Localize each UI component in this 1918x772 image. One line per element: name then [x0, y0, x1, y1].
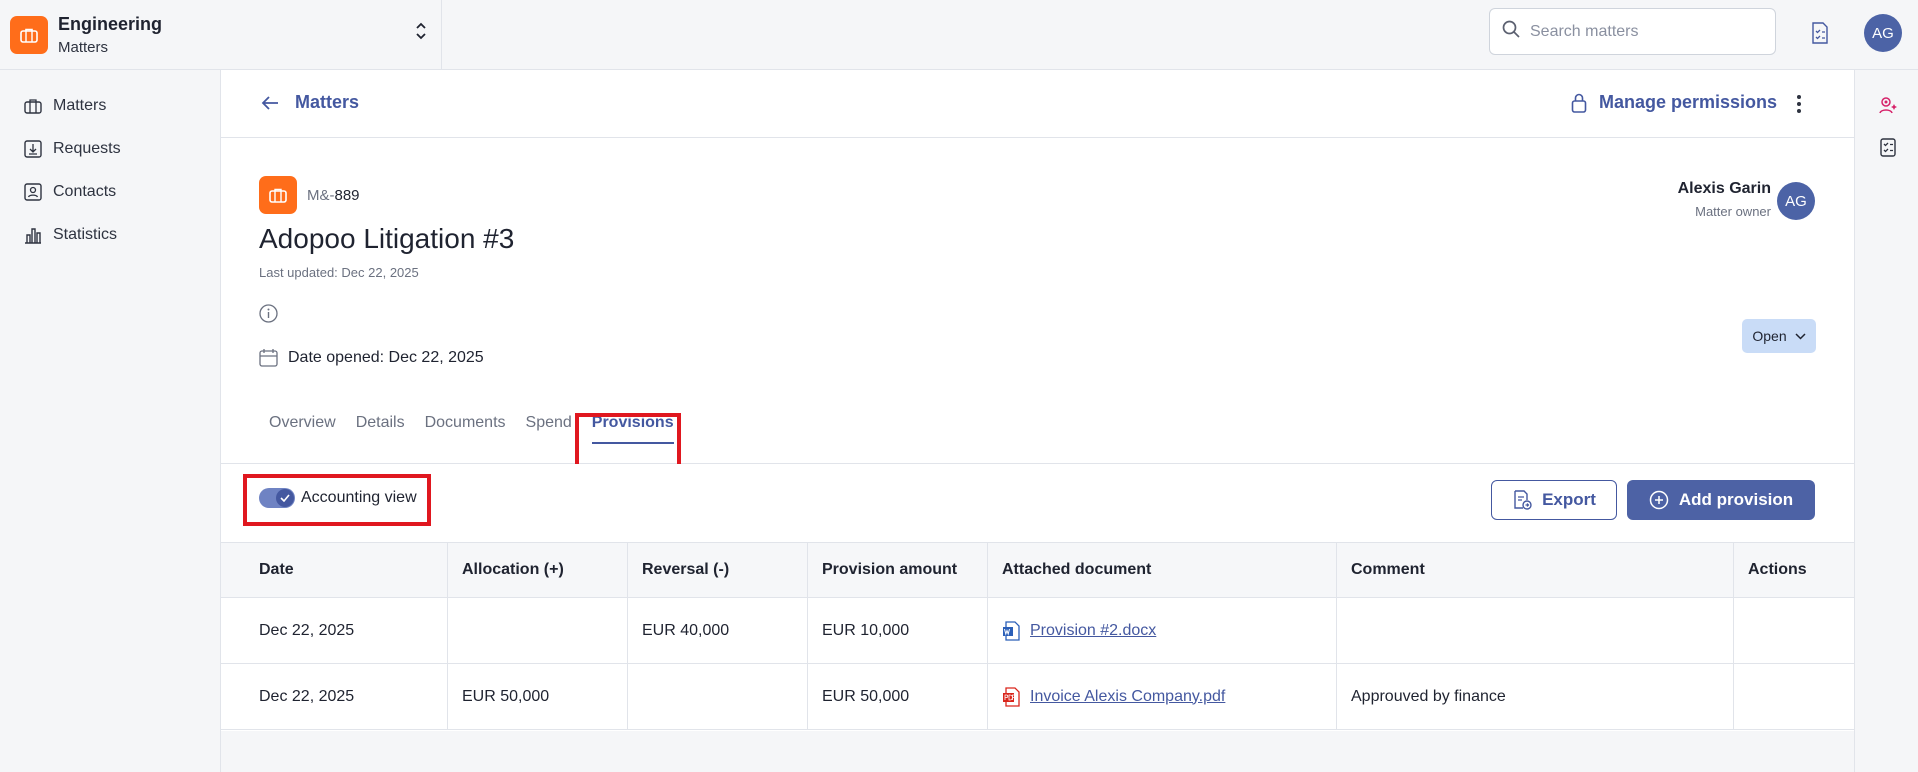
status-dropdown[interactable]: Open [1742, 319, 1816, 353]
pdf-doc-icon [1003, 686, 1020, 707]
column-header-attached-document[interactable]: Attached document [988, 543, 1337, 597]
tab-spend[interactable]: Spend [516, 414, 582, 444]
avatar: AG [1777, 182, 1815, 220]
user-avatar[interactable]: AG [1864, 14, 1902, 52]
cell-reversal [628, 664, 808, 729]
table-footer-area [221, 731, 1854, 772]
cell-reversal: EUR 40,000 [628, 598, 808, 663]
column-header-allocation[interactable]: Allocation (+) [448, 543, 628, 597]
cell-attached-document: Invoice Alexis Company.pdf [988, 664, 1337, 729]
matter-code: M&-889 [307, 187, 360, 204]
contact-card-icon [24, 182, 42, 201]
ai-assistant-icon[interactable] [1877, 94, 1899, 116]
document-link[interactable]: Provision #2.docx [1030, 622, 1156, 640]
owner-name: Alexis Garin [1677, 180, 1771, 197]
table-row[interactable]: Dec 22, 2025 EUR 40,000 EUR 10,000 Provi… [221, 598, 1854, 664]
provisions-toolbar: Accounting view Export Add provision [221, 464, 1854, 532]
briefcase-icon [24, 98, 42, 114]
cell-provision-amount: EUR 50,000 [808, 664, 988, 729]
briefcase-icon [10, 16, 48, 54]
status-label: Open [1752, 328, 1787, 344]
top-bar: Engineering Matters AG [0, 0, 1918, 70]
provisions-table: Date Allocation (+) Reversal (-) Provisi… [221, 542, 1854, 730]
search-icon [1502, 20, 1520, 43]
sidebar: Matters Requests Contacts Statistics [0, 70, 221, 772]
tab-details[interactable]: Details [346, 414, 415, 444]
export-button[interactable]: Export [1491, 480, 1617, 520]
matter-code-number: 889 [334, 187, 360, 204]
document-check-icon[interactable] [1808, 20, 1832, 46]
bar-chart-icon [25, 227, 41, 244]
add-provision-label: Add provision [1678, 490, 1794, 509]
page-header: Matters Manage permissions [221, 70, 1854, 138]
workspace-name: Engineering [58, 14, 163, 34]
right-rail [1854, 70, 1918, 772]
sidebar-item-statistics[interactable]: Statistics [0, 213, 220, 256]
column-header-comment[interactable]: Comment [1337, 543, 1734, 597]
back-label: Matters [295, 92, 360, 112]
cell-actions [1734, 664, 1854, 729]
sidebar-item-requests[interactable]: Requests [0, 127, 220, 170]
sidebar-item-matters[interactable]: Matters [0, 84, 220, 127]
manage-permissions-button[interactable]: Manage permissions [1571, 92, 1777, 113]
table-header: Date Allocation (+) Reversal (-) Provisi… [221, 542, 1854, 598]
sidebar-item-label: Matters [53, 96, 107, 114]
arrow-left-icon [261, 95, 278, 110]
last-updated: Last updated: Dec 22, 2025 [259, 265, 419, 280]
date-opened: Date opened: Dec 22, 2025 [259, 348, 484, 367]
plus-circle-icon [1649, 490, 1669, 510]
search-input[interactable] [1530, 22, 1750, 41]
column-header-reversal[interactable]: Reversal (-) [628, 543, 808, 597]
page-title: Adopoo Litigation #3 [259, 223, 515, 254]
column-header-provision-amount[interactable]: Provision amount [808, 543, 988, 597]
cell-comment [1337, 598, 1734, 663]
matter-code-prefix: M&- [307, 187, 335, 204]
briefcase-icon [259, 176, 297, 214]
cell-date: Dec 22, 2025 [221, 598, 448, 663]
highlight-box-accounting-toggle [243, 474, 431, 526]
table-row[interactable]: Dec 22, 2025 EUR 50,000 EUR 50,000 Invoi… [221, 664, 1854, 730]
owner-role: Matter owner [1695, 204, 1771, 219]
cell-attached-document: Provision #2.docx [988, 598, 1337, 663]
cell-allocation: EUR 50,000 [448, 664, 628, 729]
export-label: Export [1542, 490, 1596, 509]
main-content: Matters Manage permissions M&-889 Adopoo… [221, 70, 1854, 772]
manage-permissions-label: Manage permissions [1599, 92, 1778, 112]
more-options-icon[interactable] [1793, 92, 1805, 116]
tab-overview[interactable]: Overview [259, 414, 346, 444]
tab-documents[interactable]: Documents [415, 414, 516, 444]
sidebar-item-label: Contacts [53, 182, 117, 200]
info-icon[interactable] [259, 304, 278, 328]
inbox-download-icon [24, 139, 42, 158]
column-header-date[interactable]: Date [221, 543, 448, 597]
workspace-switcher[interactable]: Engineering Matters [0, 0, 442, 70]
search-box[interactable] [1489, 8, 1776, 55]
chevron-up-down-icon[interactable] [413, 16, 429, 46]
column-header-actions: Actions [1748, 561, 1807, 578]
export-document-icon [1514, 490, 1532, 510]
lock-icon [1571, 93, 1587, 113]
sidebar-item-label: Requests [53, 139, 121, 157]
matter-owner: Alexis Garin Matter owner [1621, 180, 1771, 219]
cell-provision-amount: EUR 10,000 [808, 598, 988, 663]
sidebar-item-label: Statistics [53, 225, 118, 243]
sidebar-item-contacts[interactable]: Contacts [0, 170, 220, 213]
workspace-subtitle: Matters [58, 39, 109, 56]
back-to-matters-link[interactable]: Matters [261, 92, 359, 113]
checklist-icon[interactable] [1877, 136, 1899, 158]
add-provision-button[interactable]: Add provision [1627, 480, 1815, 520]
chevron-down-icon [1795, 332, 1806, 340]
cell-date: Dec 22, 2025 [221, 664, 448, 729]
document-link[interactable]: Invoice Alexis Company.pdf [1030, 688, 1225, 706]
cell-comment: Approuved by finance [1337, 664, 1734, 729]
calendar-icon [259, 349, 278, 367]
word-doc-icon [1003, 620, 1020, 641]
date-opened-text: Date opened: Dec 22, 2025 [288, 348, 484, 366]
cell-allocation [448, 598, 628, 663]
cell-actions [1734, 598, 1854, 663]
